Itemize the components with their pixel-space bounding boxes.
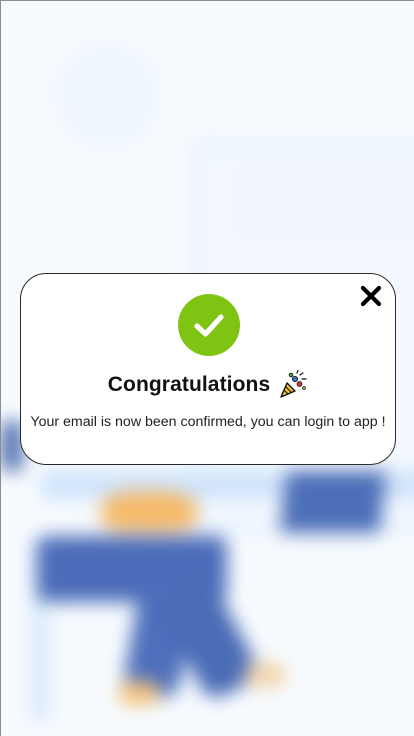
- bg-circle-shape: [53, 41, 161, 149]
- bg-laptop: [279, 471, 387, 533]
- close-button[interactable]: [357, 282, 385, 310]
- close-icon: [360, 285, 382, 307]
- bg-person-foot-left: [119, 681, 159, 705]
- confirmation-dialog: Congratulations Your email is now been c…: [20, 273, 396, 465]
- dialog-title: Congratulations: [107, 373, 271, 396]
- title-row: Congratulations: [21, 370, 395, 400]
- checkmark-icon: [194, 314, 224, 337]
- check-circle-icon: [178, 294, 240, 356]
- party-popper-icon: [280, 370, 307, 398]
- screen: Congratulations Your email is now been c…: [0, 0, 414, 736]
- dialog-message: Your email is now been confirmed, you ca…: [30, 414, 386, 430]
- bg-person-head: [101, 491, 197, 531]
- bg-person-foot-right: [245, 663, 285, 687]
- bg-window-inner: [231, 161, 414, 241]
